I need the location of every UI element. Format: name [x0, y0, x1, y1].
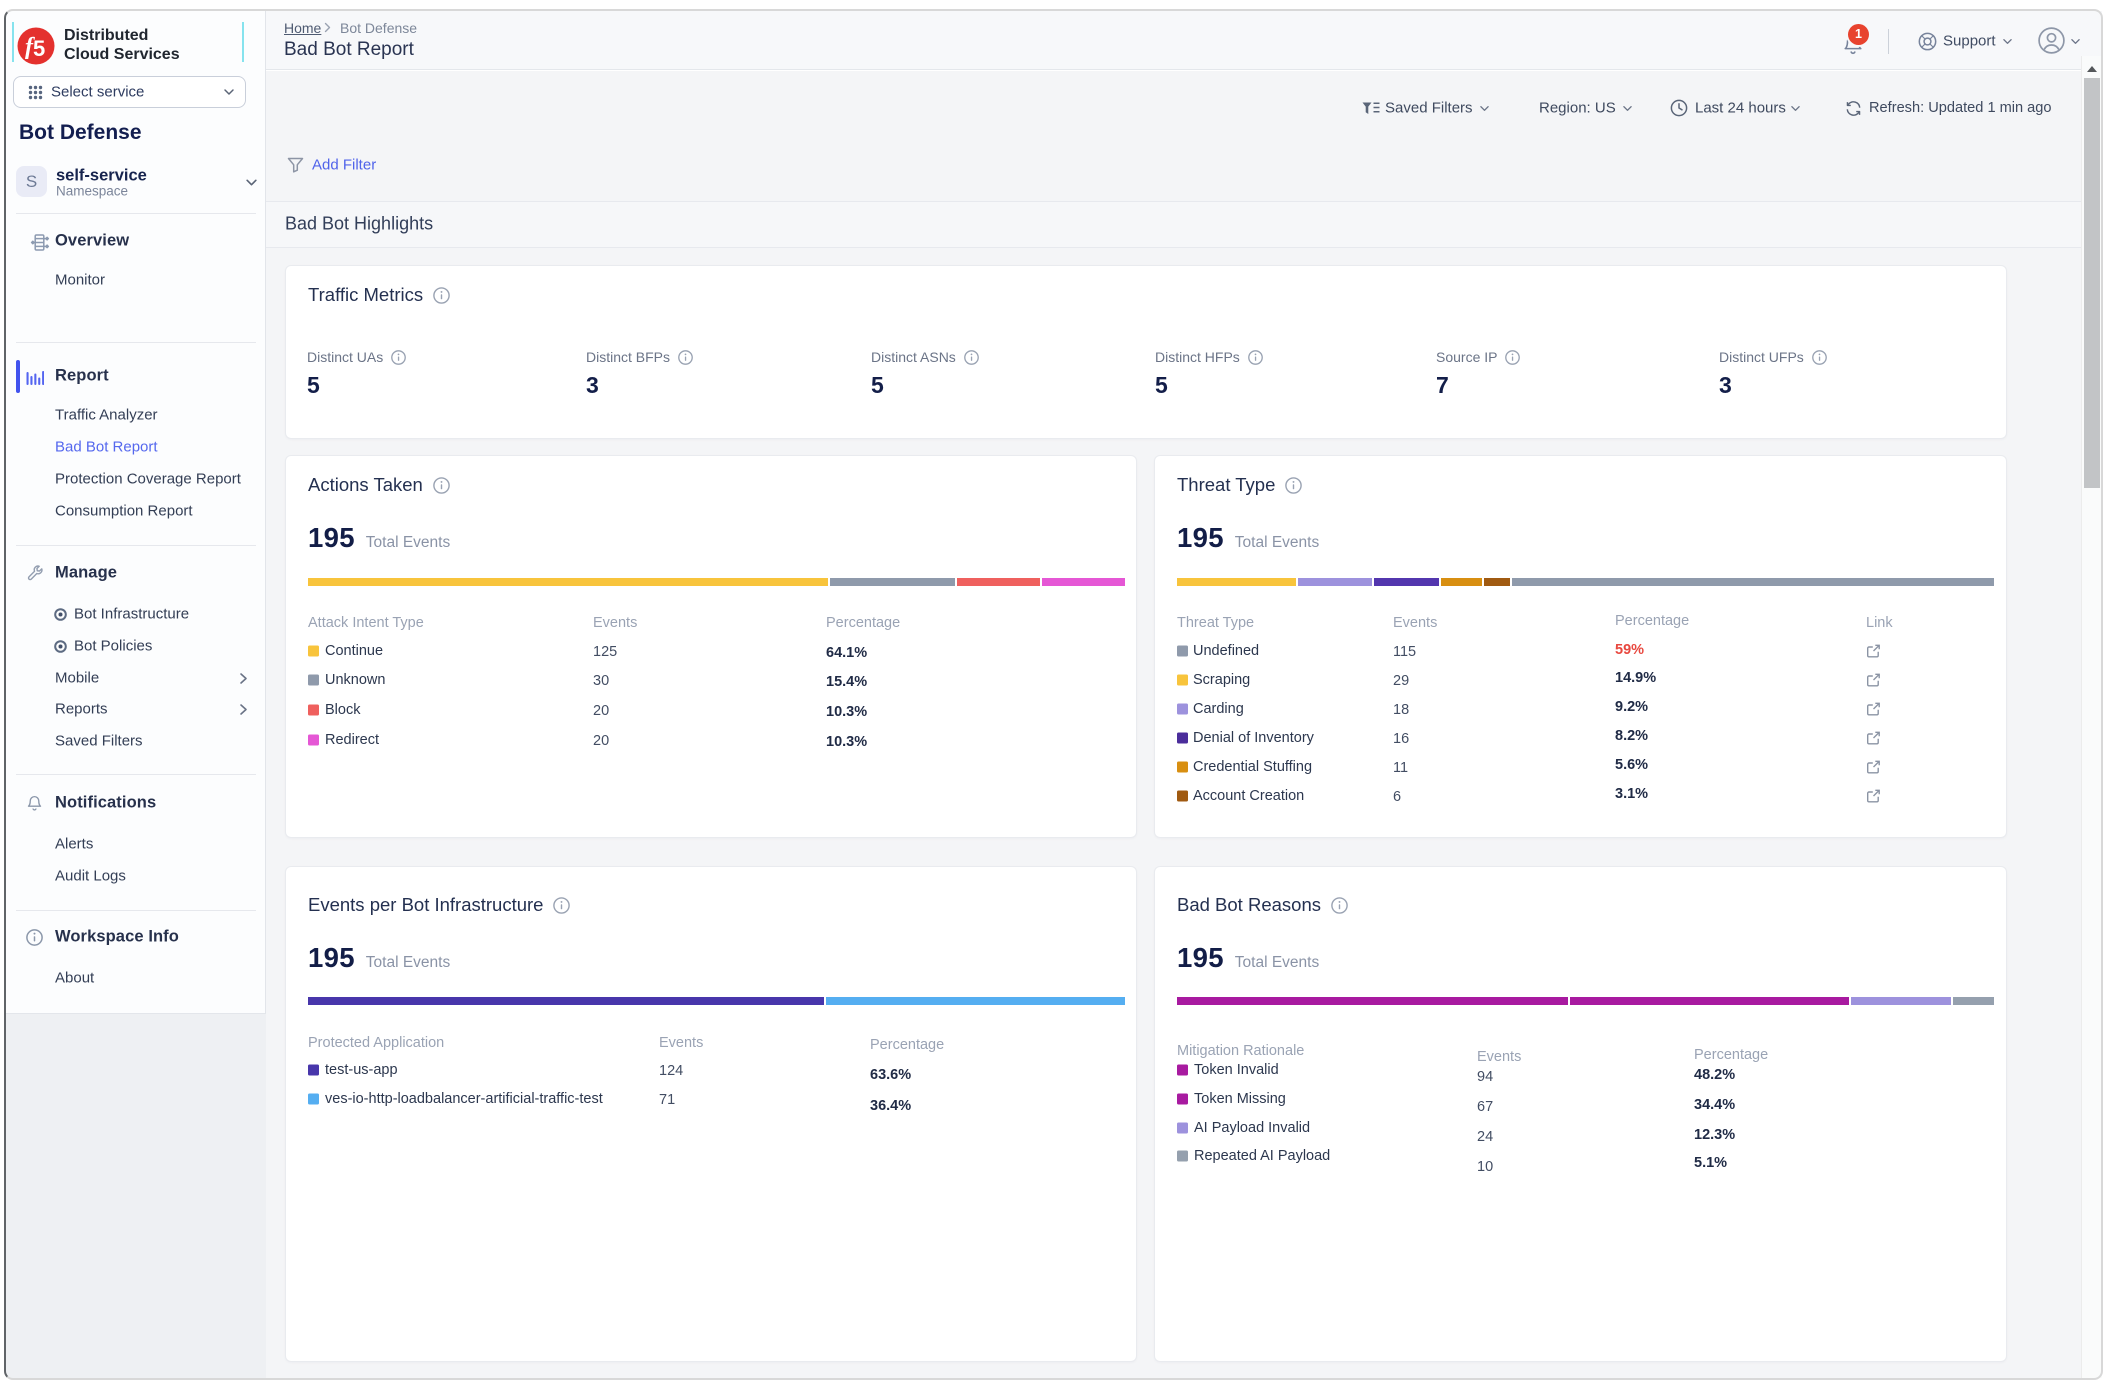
svg-text:5: 5 — [33, 36, 45, 61]
